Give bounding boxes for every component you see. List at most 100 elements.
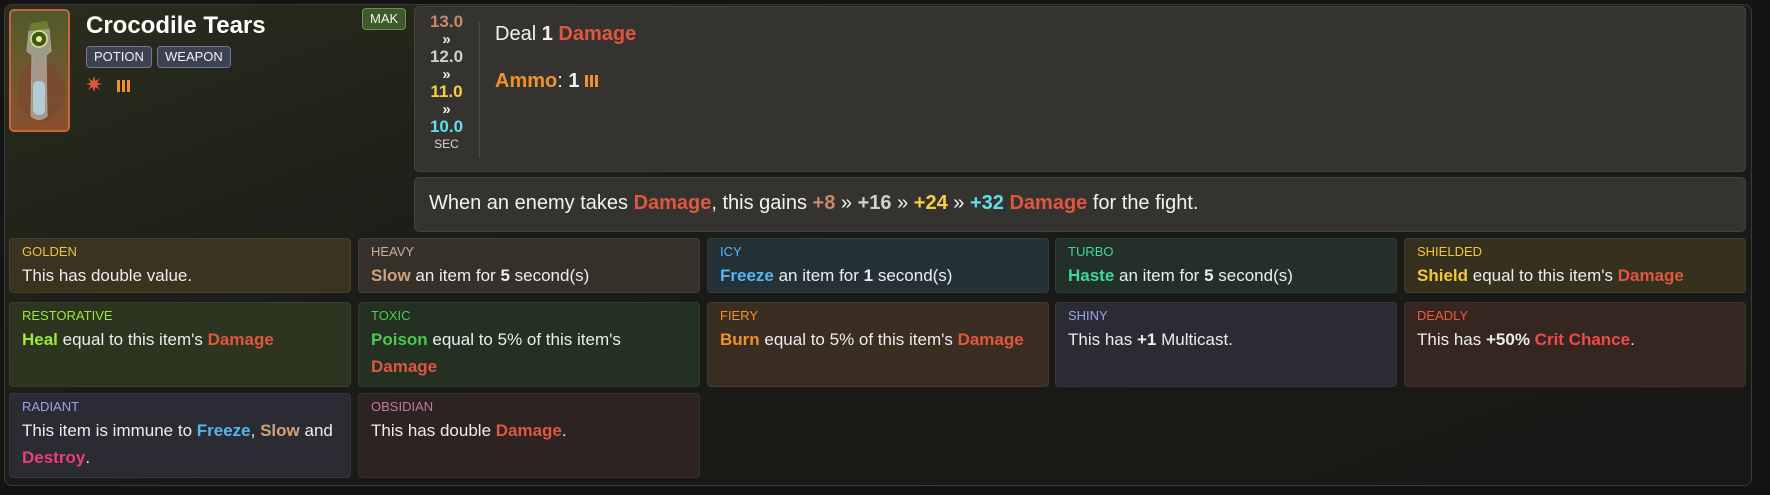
tag-weapon[interactable]: WEAPON: [157, 46, 231, 68]
enchantment-description: This has +1 Multicast.: [1068, 326, 1388, 353]
item-portrait: [9, 9, 70, 132]
enchantment-text-part: Damage: [495, 421, 562, 440]
enchantment-icy: ICY Freeze an item for 1 second(s): [707, 238, 1049, 293]
enchantment-name: RADIANT: [22, 399, 80, 414]
enchantment-text-part: Slow: [260, 421, 300, 440]
passive-middle: , this gains: [711, 192, 807, 214]
enchantment-heavy: HEAVY Slow an item for 5 second(s): [358, 238, 700, 293]
enchantment-description: Poison equal to 5% of this item's Damage: [371, 326, 691, 380]
enchantment-text-part: 5: [1204, 266, 1214, 285]
enchantment-text-part: equal to this item's: [1468, 266, 1618, 285]
enchantment-text-part: equal to 5% of this item's: [759, 330, 958, 349]
passive-stat: Damage: [1009, 192, 1088, 214]
enchantment-text-part: +50%: [1485, 330, 1530, 349]
passive-suffix: for the fight.: [1092, 192, 1199, 214]
enchantment-description: This has +50% Crit Chance.: [1417, 326, 1737, 353]
enchantment-toxic: TOXIC Poison equal to 5% of this item's D…: [358, 302, 700, 387]
cooldown-tier-gold: 11.0: [430, 82, 463, 101]
cooldown-ladder: 13.0 » 12.0 » 11.0 » 10.0 SEC: [414, 13, 479, 153]
enchantment-text-part: an item for: [1114, 266, 1205, 285]
cooldown-unit: SEC: [434, 136, 459, 151]
passive-tier-gold: +24: [913, 192, 948, 214]
cooldown-divider: [479, 22, 480, 158]
enchantment-description: Freeze an item for 1 second(s): [720, 262, 1040, 289]
cooldown-tier-diamond: 10.0: [429, 117, 464, 136]
enchantment-text-part: Multicast.: [1156, 330, 1233, 349]
cooldown-separator: »: [442, 100, 451, 118]
enchantment-description: This has double Damage.: [371, 417, 691, 444]
enchantment-description: This has double value.: [22, 262, 342, 289]
enchantment-obsidian: OBSIDIAN This has double Damage.: [358, 393, 700, 478]
ability-deal-line: Deal 1 Damage: [495, 23, 636, 46]
ammo-colon: :: [557, 70, 563, 92]
enchantment-text-part: Shield: [1417, 266, 1469, 285]
enchantment-text-part: ,: [250, 421, 261, 440]
enchantment-text-part: +1: [1136, 330, 1157, 349]
potion-bottle-image: [17, 21, 65, 121]
enchantment-text-part: Haste: [1068, 266, 1115, 285]
enchantment-name: SHINY: [1068, 308, 1108, 323]
ammo-icon: [585, 70, 599, 92]
enchantment-text-part: second(s): [873, 266, 953, 285]
enchantment-text-part: equal to this item's: [57, 330, 208, 349]
enchantment-text-part: This has double: [371, 421, 496, 440]
burst-icon: [86, 76, 102, 97]
owner-badge: MAK: [362, 8, 407, 30]
enchantment-name: FIERY: [720, 308, 759, 323]
enchantment-name: HEAVY: [371, 244, 415, 259]
enchantment-text-part: Destroy: [22, 448, 86, 467]
enchantment-restorative: RESTORATIVE Heal equal to this item's Dam…: [9, 302, 351, 387]
enchantment-description: Heal equal to this item's Damage: [22, 326, 342, 353]
enchantment-name: TOXIC: [371, 308, 411, 323]
passive-keyword: Damage: [633, 192, 712, 214]
enchantment-fiery: FIERY Burn equal to 5% of this item's Dam…: [707, 302, 1049, 387]
enchantment-description: Burn equal to 5% of this item's Damage: [720, 326, 1040, 353]
enchantment-text-part: Freeze: [196, 421, 251, 440]
passive-separator: »: [840, 192, 853, 214]
enchantment-golden: GOLDEN This has double value.: [9, 238, 351, 293]
enchantment-radiant: RADIANT This item is immune to Freeze, Sl…: [9, 393, 351, 478]
enchantment-text-part: This has: [1417, 330, 1486, 349]
enchantment-name: TURBO: [1068, 244, 1114, 259]
enchantment-text-part: .: [1630, 330, 1635, 349]
ammo-label: Ammo: [495, 70, 558, 92]
ammo-icon: [117, 79, 131, 97]
deal-prefix: Deal: [495, 23, 537, 45]
enchantment-shiny: SHINY This has +1 Multicast.: [1055, 302, 1397, 387]
cooldown-separator: »: [442, 65, 451, 83]
cooldown-separator: »: [442, 30, 451, 48]
enchantment-name: OBSIDIAN: [371, 399, 434, 414]
passive-separator: »: [953, 192, 965, 214]
passive-prefix: When an enemy takes: [429, 192, 628, 214]
passive-separator: »: [897, 192, 909, 214]
enchantment-text-part: .: [561, 421, 567, 440]
item-title: Crocodile Tears: [86, 12, 266, 39]
ability-ammo-line: Ammo: 1: [495, 70, 599, 93]
enchantment-text-part: 1: [863, 266, 874, 285]
tag-potion[interactable]: POTION: [86, 46, 152, 68]
enchantment-text-part: an item for: [410, 266, 501, 285]
enchantment-text-part: Damage: [207, 330, 274, 349]
enchantment-name: DEADLY: [1417, 308, 1469, 323]
passive-text: When an enemy takes Damage, this gains +…: [429, 192, 1198, 215]
enchantment-text-part: Burn: [720, 330, 760, 349]
enchantment-description: Shield equal to this item's Damage: [1417, 262, 1737, 289]
enchantment-text-part: second(s): [509, 266, 590, 285]
passive-tier-diamond: +32: [969, 192, 1004, 214]
cooldown-tier-silver: 12.0: [429, 47, 464, 66]
enchantment-text-part: This item is immune to: [22, 421, 197, 440]
deal-value: 1: [541, 23, 553, 45]
passive-tier-silver: +16: [857, 192, 892, 214]
enchantment-description: Haste an item for 5 second(s): [1068, 262, 1388, 289]
enchantment-name: SHIELDED: [1417, 244, 1483, 259]
cooldown-tier-bronze: 13.0: [429, 12, 464, 31]
enchantment-turbo: TURBO Haste an item for 5 second(s): [1055, 238, 1397, 293]
enchantment-text-part: Heal: [22, 330, 58, 349]
enchantment-text-part: an item for: [773, 266, 864, 285]
enchantment-text-part: This has double value.: [22, 266, 193, 285]
enchantment-text-part: Damage: [957, 330, 1024, 349]
enchantment-text-part: Poison: [371, 330, 428, 349]
enchantment-name: GOLDEN: [22, 244, 77, 259]
enchantment-text-part: Slow: [371, 266, 411, 285]
ammo-value: 1: [568, 70, 580, 92]
